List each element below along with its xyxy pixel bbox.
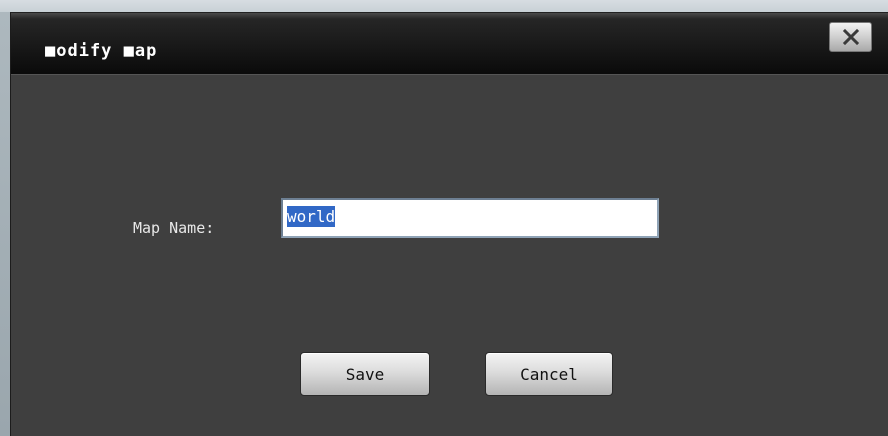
dialog-title: ■odify ■ap <box>45 41 158 61</box>
save-button[interactable]: Save <box>300 352 430 396</box>
close-x-icon <box>842 29 860 45</box>
cancel-button[interactable]: Cancel <box>485 352 613 396</box>
modify-map-dialog: ■odify ■ap Map Name: world Save Cancel <box>10 12 888 436</box>
map-name-label: Map Name: <box>133 219 215 237</box>
close-button[interactable] <box>829 22 872 52</box>
map-name-input[interactable]: world <box>281 198 659 238</box>
dialog-titlebar: ■odify ■ap <box>11 13 888 75</box>
map-name-value: world <box>287 206 336 227</box>
